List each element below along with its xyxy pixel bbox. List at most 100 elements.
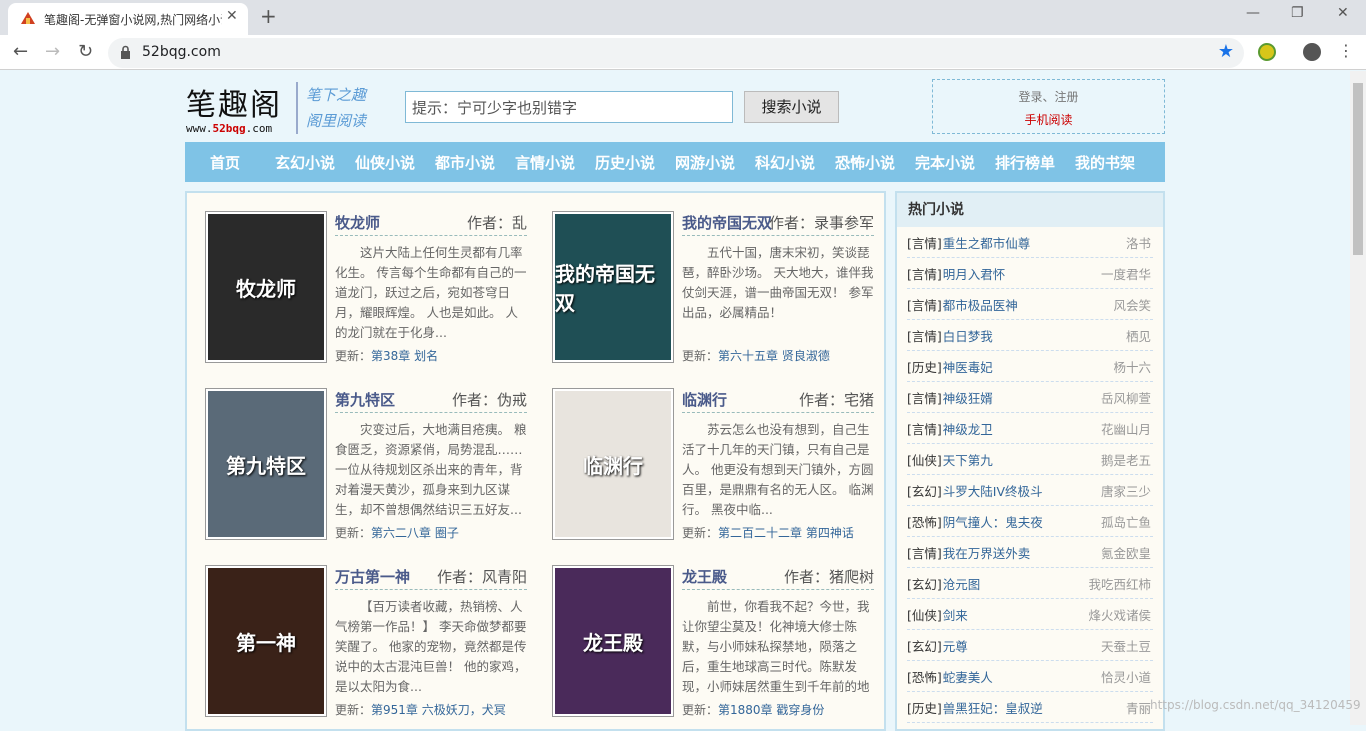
tab-strip: 笔趣阁-无弹窗小说网,热门网络小说 ✕ + — ❐ ✕ (0, 0, 1366, 35)
hot-novel-item: [玄幻] 斗罗大陆IV终极斗 唐家三少 (907, 475, 1153, 506)
book-header: 第九特区 作者：伪戒 (335, 389, 527, 413)
hot-novel-category: [言情] (907, 390, 942, 406)
latest-chapter-link[interactable]: 第二百二十二章 第四神话 (718, 526, 854, 540)
hot-novel-title-link[interactable]: 沧元图 (943, 574, 981, 593)
hot-novel-title-link[interactable]: 神级狂婿 (943, 388, 993, 407)
slogan-line-1: 笔下之趣 (306, 86, 367, 104)
hot-novel-title-link[interactable]: 剑来 (943, 605, 968, 624)
nav-item[interactable]: 我的书架 (1065, 152, 1145, 173)
hot-novel-item: [恐怖] 蛇妻美人 恰灵小道 (907, 661, 1153, 692)
browser-tab[interactable]: 笔趣阁-无弹窗小说网,热门网络小说 ✕ (8, 3, 248, 35)
scrollbar[interactable] (1350, 71, 1366, 725)
main-nav: 首页 玄幻小说 仙侠小说 都市小说 言情小说 历史小说 网游小说 科幻小说 恐怖小说 完本小说 排行… (185, 142, 1165, 182)
book-title-link[interactable]: 临渊行 (682, 389, 727, 410)
book-cover[interactable]: 牧龙师 (205, 211, 327, 363)
hot-novel-title-link[interactable]: 蛇妻美人 (943, 667, 993, 686)
hot-novel-title-link[interactable]: 元尊 (943, 636, 968, 655)
hot-novel-category: [言情] (907, 297, 942, 313)
nav-item[interactable]: 科幻小说 (745, 152, 825, 173)
hot-novel-title-link[interactable]: 我在万界送外卖 (943, 543, 1031, 562)
nav-item[interactable]: 完本小说 (905, 152, 985, 173)
book-update: 更新：第38章 划名 (335, 349, 439, 363)
latest-chapter-link[interactable]: 第六二八章 圈子 (371, 526, 459, 540)
hot-novels-panel: 热门小说 [言情] 重生之都市仙尊 洛书 [言情] 明月入君怀 一度君华 [言情] 都市极品医… (895, 191, 1165, 731)
hot-novel-title-link[interactable]: 都市极品医神 (943, 295, 1018, 314)
hot-novel-item: [恐怖] 阴气撞人：鬼夫夜 孤岛亡鱼 (907, 506, 1153, 537)
forward-icon[interactable]: → (45, 41, 60, 62)
site-favicon-icon (21, 12, 35, 24)
hot-novel-title-link[interactable]: 兽黑狂妃：皇叔逆 (943, 698, 1043, 717)
slogan-line-2: 阁里阅读 (306, 112, 367, 130)
search-input[interactable]: 提示：宁可少字也别错字 (405, 91, 733, 123)
bookmark-star-icon[interactable]: ★ (1218, 41, 1234, 62)
hot-novel-item: [仙侠] 天下第九 鹅是老五 (907, 444, 1153, 475)
hot-novel-title-link[interactable]: 天下第九 (943, 450, 993, 469)
book-update: 更新：第951章 六极妖刀，犬冥 (335, 703, 506, 717)
search-button[interactable]: 搜索小说 (744, 91, 839, 123)
hot-novel-title-link[interactable]: 斗罗大陆IV终极斗 (943, 481, 1043, 500)
close-tab-icon[interactable]: ✕ (226, 8, 238, 24)
book-title-link[interactable]: 第九特区 (335, 389, 395, 410)
nav-item[interactable]: 玄幻小说 (265, 152, 345, 173)
scrollbar-thumb[interactable] (1353, 83, 1363, 255)
nav-item[interactable]: 仙侠小说 (345, 152, 425, 173)
book-title-link[interactable]: 牧龙师 (335, 212, 380, 233)
nav-item[interactable]: 言情小说 (505, 152, 585, 173)
latest-chapter-link[interactable]: 第1880章 戳穿身份 (718, 703, 824, 717)
latest-chapter-link[interactable]: 第38章 划名 (371, 349, 438, 363)
book-cover[interactable]: 我的帝国无双 (552, 211, 674, 363)
hot-novel-category: [言情] (907, 266, 942, 282)
nav-item[interactable]: 首页 (185, 152, 265, 173)
nav-item[interactable]: 排行榜单 (985, 152, 1065, 173)
extension-icon[interactable] (1258, 43, 1276, 61)
latest-chapter-link[interactable]: 第六十五章 贤良淑德 (718, 349, 830, 363)
login-box: 登录、注册 手机阅读 (932, 79, 1165, 134)
minimize-icon[interactable]: — (1246, 5, 1260, 21)
book-card: 牧龙师 牧龙师 作者：乱 这片大陆上任何生灵都有几率化生。 传言每个生命都有自己… (187, 193, 527, 363)
nav-item[interactable]: 网游小说 (665, 152, 745, 173)
cover-art: 第九特区 (208, 391, 324, 537)
toolbar: ← → ↻ 52bqg.com ★ ⋮ (0, 35, 1366, 70)
reload-icon[interactable]: ↻ (78, 41, 93, 62)
hot-novel-author: 氪金欧皇 (1100, 545, 1151, 561)
hot-novel-title-link[interactable]: 神级龙卫 (943, 419, 993, 438)
nav-item[interactable]: 恐怖小说 (825, 152, 905, 173)
book-cover[interactable]: 临渊行 (552, 388, 674, 540)
book-description: 这片大陆上任何生灵都有几率化生。 传言每个生命都有自己的一道龙门，跃过之后，宛如… (335, 245, 527, 340)
nav-item[interactable]: 历史小说 (585, 152, 665, 173)
maximize-icon[interactable]: ❐ (1291, 5, 1304, 21)
profile-icon[interactable] (1303, 43, 1321, 61)
book-description: 【百万读者收藏，热销榜、人气榜第一作品！】 李天命做梦都要笑醒了。 他家的宠物，… (335, 599, 527, 694)
book-title-link[interactable]: 龙王殿 (682, 566, 727, 587)
featured-books: 牧龙师 牧龙师 作者：乱 这片大陆上任何生灵都有几率化生。 传言每个生命都有自己… (185, 191, 886, 731)
book-author: 作者：风青阳 (436, 568, 527, 586)
hot-novel-author: 杨十六 (1113, 359, 1151, 375)
cover-art: 临渊行 (555, 391, 671, 537)
book-title-link[interactable]: 万古第一神 (335, 566, 410, 587)
hot-novel-author: 唐家三少 (1100, 483, 1151, 499)
book-cover[interactable]: 第九特区 (205, 388, 327, 540)
menu-icon[interactable]: ⋮ (1338, 41, 1354, 60)
mobile-reading-link[interactable]: 手机阅读 (933, 111, 1164, 128)
book-cover[interactable]: 第一神 (205, 565, 327, 717)
login-register-link[interactable]: 登录、注册 (933, 88, 1164, 105)
window-close-icon[interactable]: ✕ (1337, 5, 1349, 21)
hot-novel-category: [仙侠] (907, 607, 942, 623)
hot-novel-title-link[interactable]: 阴气撞人：鬼夫夜 (943, 512, 1043, 531)
hot-novel-category: [历史] (907, 359, 942, 375)
book-update: 更新：第六十五章 贤良淑德 (682, 349, 830, 363)
hot-novel-title-link[interactable]: 白日梦我 (943, 326, 993, 345)
site-logo[interactable]: 笔趣阁 www.52bqg.com (186, 80, 282, 135)
hot-novel-title-link[interactable]: 明月入君怀 (943, 264, 1006, 283)
latest-chapter-link[interactable]: 第951章 六极妖刀，犬冥 (371, 703, 506, 717)
back-icon[interactable]: ← (13, 41, 28, 62)
nav-item[interactable]: 都市小说 (425, 152, 505, 173)
book-cover[interactable]: 龙王殿 (552, 565, 674, 717)
hot-novel-title-link[interactable]: 重生之都市仙尊 (943, 233, 1031, 252)
new-tab-icon[interactable]: + (260, 4, 277, 28)
address-bar[interactable]: 52bqg.com ★ (108, 38, 1244, 68)
book-description: 前世，你看我不起？今世，我让你望尘莫及！化神境大修士陈默，与小师妹私探禁地，陨落… (682, 599, 870, 694)
book-update: 更新：第六二八章 圈子 (335, 526, 459, 540)
book-title-link[interactable]: 我的帝国无双 (682, 212, 772, 233)
hot-novel-title-link[interactable]: 神医毒妃 (943, 357, 993, 376)
